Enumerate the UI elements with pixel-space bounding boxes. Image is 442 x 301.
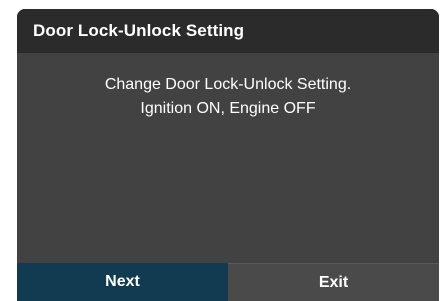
door-lock-unlock-dialog: Door Lock-Unlock Setting Change Door Loc… [17, 9, 439, 301]
message-line-2: Ignition ON, Engine OFF [140, 100, 316, 117]
dialog-title: Door Lock-Unlock Setting [33, 21, 245, 40]
exit-button-label: Exit [318, 273, 349, 291]
dialog-title-bar: Door Lock-Unlock Setting [17, 9, 439, 53]
dialog-message: Change Door Lock-Unlock Setting. Ignitio… [17, 73, 439, 121]
exit-button[interactable]: Exit [228, 263, 439, 301]
dialog-button-bar: Next Exit [17, 263, 439, 301]
next-button[interactable]: Next [17, 263, 228, 301]
message-line-1: Change Door Lock-Unlock Setting. [104, 76, 352, 93]
next-button-label: Next [105, 273, 140, 290]
